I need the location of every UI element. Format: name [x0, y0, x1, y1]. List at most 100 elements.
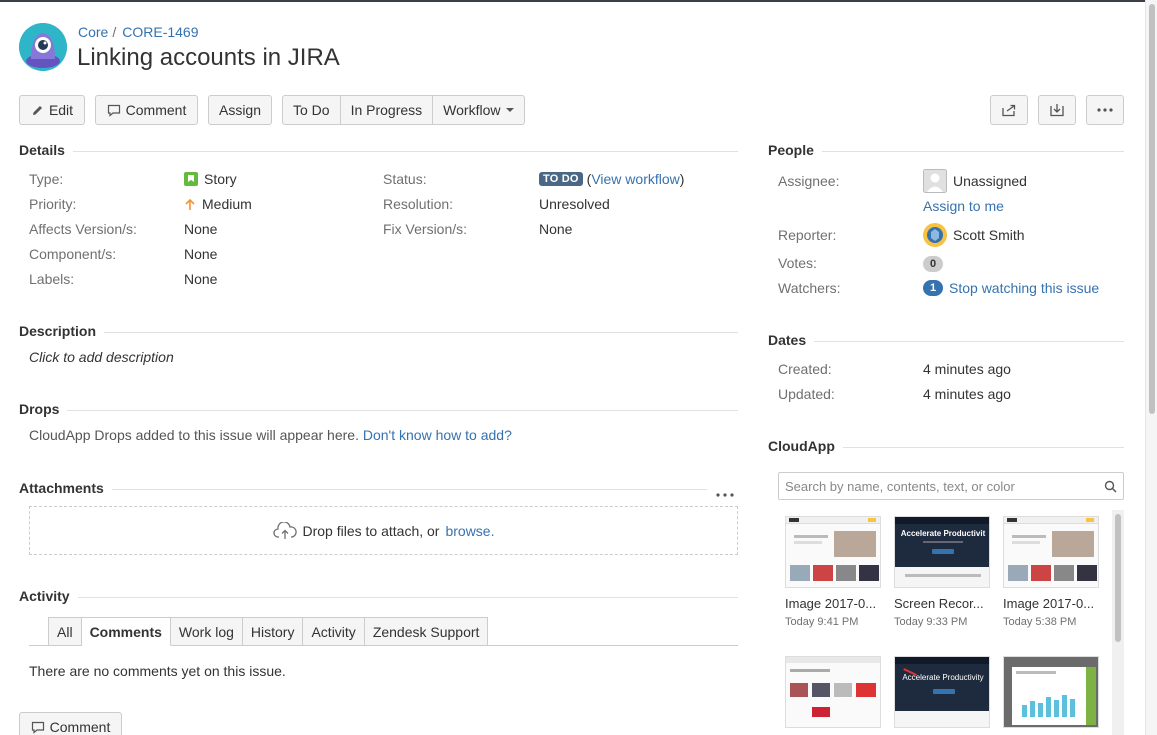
page-scrollbar[interactable] — [1145, 0, 1157, 735]
no-comments-text: There are no comments yet on this issue. — [29, 663, 286, 679]
project-avatar[interactable] — [19, 23, 67, 71]
drop-thumbnail[interactable] — [785, 516, 881, 588]
drop-name: Image 2017-0... — [1003, 596, 1095, 611]
issue-title[interactable]: Linking accounts in JIRA — [77, 44, 340, 72]
component-value: None — [184, 246, 218, 262]
drop-thumbnail[interactable] — [1003, 516, 1099, 588]
cloudapp-search-input[interactable] — [785, 478, 1104, 494]
attachments-options-button[interactable] — [716, 484, 734, 500]
drop-card[interactable]: Accelerate Productivity — [894, 656, 990, 728]
gallery-scrollbar[interactable] — [1112, 510, 1124, 735]
stop-watching-link[interactable]: Stop watching this issue — [949, 280, 1099, 296]
edit-button[interactable]: Edit — [19, 95, 85, 125]
cloudapp-gallery: Image 2017-0... Today 9:41 PM Accelerate… — [778, 510, 1124, 735]
assign-to-me-link[interactable]: Assign to me — [923, 198, 1004, 214]
details-heading: Details — [19, 142, 73, 158]
page-scrollbar-thumb[interactable] — [1149, 4, 1155, 414]
cloudapp-heading: CloudApp — [768, 438, 843, 454]
activity-tabs: All Comments Work log History Activity Z… — [48, 617, 489, 646]
breadcrumb-project-link[interactable]: Core — [78, 24, 108, 40]
tab-comments[interactable]: Comments — [81, 617, 171, 646]
drop-time: Today 9:33 PM — [894, 616, 968, 628]
tab-all[interactable]: All — [48, 617, 82, 646]
resolution-label: Resolution: — [383, 196, 454, 212]
drop-card[interactable]: Accelerate Productivit Screen Recor... T… — [894, 516, 990, 628]
drops-help-link[interactable]: Don't know how to add? — [363, 427, 512, 443]
votes-value: 0 — [923, 256, 943, 272]
priority-value: Medium — [184, 196, 252, 212]
comment-button[interactable]: Comment — [95, 95, 198, 125]
workflow-button-group: To Do In Progress Workflow — [282, 95, 526, 125]
drop-card[interactable]: Image 2017-0... Today 9:41 PM — [785, 516, 881, 628]
affects-version-value: None — [184, 221, 218, 237]
breadcrumb-issue-link[interactable]: CORE-1469 — [122, 24, 198, 40]
comment-label: Comment — [125, 102, 187, 118]
watchers-label: Watchers: — [778, 280, 841, 296]
workflow-dropdown[interactable]: Workflow — [433, 96, 524, 124]
chevron-down-icon — [506, 108, 515, 112]
drops-rule — [19, 410, 738, 411]
unassigned-avatar-icon — [923, 169, 947, 193]
drop-name: Image 2017-0... — [785, 596, 877, 611]
type-text: Story — [204, 171, 237, 187]
more-icon — [716, 493, 734, 497]
updated-value: 4 minutes ago — [923, 386, 1011, 402]
breadcrumb-separator: / — [112, 24, 117, 40]
workflow-label: Workflow — [443, 102, 501, 118]
updated-label: Updated: — [778, 386, 835, 402]
assign-button[interactable]: Assign — [208, 95, 272, 125]
assignee-label: Assignee: — [778, 173, 840, 189]
votes-badge[interactable]: 0 — [923, 256, 943, 272]
attachments-heading: Attachments — [19, 480, 112, 496]
attachments-rule — [19, 489, 707, 490]
fix-version-label: Fix Version/s: — [383, 221, 468, 237]
view-workflow-wrapper: (View workflow) — [586, 171, 685, 187]
drop-thumbnail[interactable] — [785, 656, 881, 728]
watchers-badge[interactable]: 1 — [923, 280, 943, 296]
add-comment-button[interactable]: Comment — [19, 712, 122, 735]
share-button[interactable] — [990, 95, 1028, 125]
labels-label: Labels: — [29, 271, 75, 287]
description-rule — [19, 332, 738, 333]
status-label: Status: — [383, 171, 427, 187]
type-value: Story — [184, 171, 237, 187]
drop-thumbnail[interactable]: Accelerate Productivity — [894, 656, 990, 728]
export-button[interactable] — [1038, 95, 1076, 125]
reporter-value: Scott Smith — [923, 223, 1025, 247]
details-rule — [19, 151, 738, 152]
priority-label: Priority: — [29, 196, 77, 212]
tab-history[interactable]: History — [242, 617, 304, 646]
drops-heading: Drops — [19, 401, 68, 417]
drop-card[interactable]: Image 2017-0... Today 5:38 PM — [1003, 516, 1099, 628]
drop-time: Today 5:38 PM — [1003, 616, 1077, 628]
gallery-scrollbar-thumb[interactable] — [1115, 514, 1121, 642]
watchers-value: 1 Stop watching this issue — [923, 280, 1099, 296]
share-icon — [1002, 104, 1016, 117]
tab-zendesk-support[interactable]: Zendesk Support — [364, 617, 489, 646]
labels-value: None — [184, 271, 218, 287]
status-lozenge: TO DO — [539, 172, 583, 186]
attachment-dropzone[interactable]: Drop files to attach, or browse. — [29, 506, 738, 555]
to-do-button[interactable]: To Do — [283, 96, 341, 124]
more-actions-button[interactable] — [1086, 95, 1124, 125]
drop-card[interactable] — [1003, 656, 1099, 728]
activity-heading: Activity — [19, 588, 78, 604]
search-icon[interactable] — [1104, 480, 1117, 493]
drop-thumbnail[interactable] — [1003, 656, 1099, 728]
view-workflow-link[interactable]: View workflow — [591, 171, 679, 187]
more-icon — [1097, 108, 1113, 112]
add-comment-label: Comment — [49, 719, 111, 735]
tab-activity[interactable]: Activity — [303, 617, 365, 646]
browse-link[interactable]: browse. — [445, 523, 494, 539]
drop-thumbnail[interactable]: Accelerate Productivit — [894, 516, 990, 588]
story-icon — [184, 172, 198, 186]
drop-card[interactable] — [785, 656, 881, 728]
tab-work-log[interactable]: Work log — [170, 617, 243, 646]
description-placeholder[interactable]: Click to add description — [29, 349, 174, 365]
in-progress-button[interactable]: In Progress — [341, 96, 434, 124]
fix-version-value: None — [539, 221, 573, 237]
pencil-icon — [32, 105, 42, 115]
reporter-text[interactable]: Scott Smith — [953, 227, 1025, 243]
comment-icon — [107, 104, 120, 117]
people-heading: People — [768, 142, 822, 158]
